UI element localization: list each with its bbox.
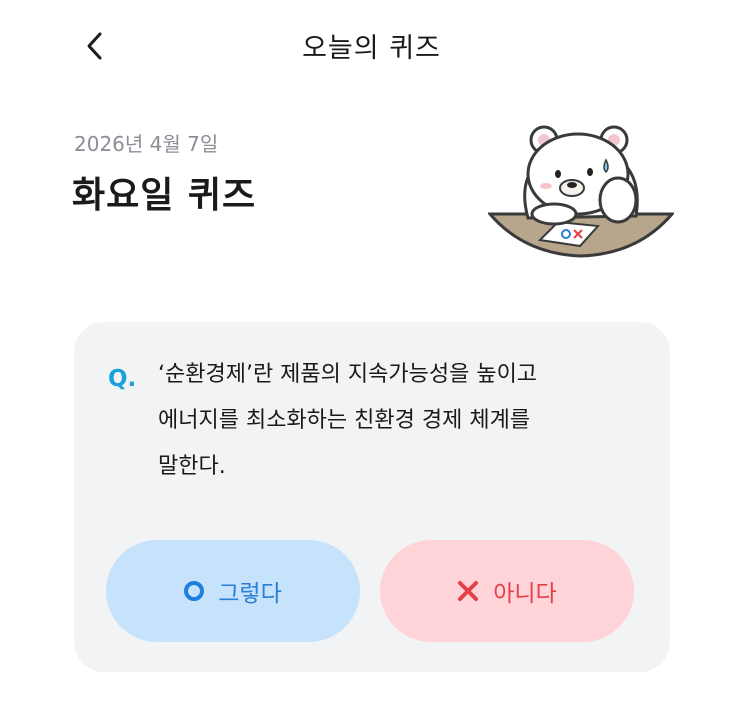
question-marker: Q. <box>108 366 137 392</box>
answer-no-label: 아니다 <box>493 581 557 607</box>
quiz-date: 2026년 4월 7일 <box>74 132 219 156</box>
app-header: 오늘의 퀴즈 <box>0 0 743 92</box>
bear-illustration <box>488 125 674 258</box>
question-text: ‘순환경제’란 제품의 지속가능성을 높이고 에너지를 최소화하는 친환경 경제… <box>158 352 628 490</box>
answer-no-button[interactable]: 아니다 <box>380 540 634 642</box>
page-title: 오늘의 퀴즈 <box>302 33 441 64</box>
quiz-title: 화요일 퀴즈 <box>72 175 257 216</box>
answer-yes-button[interactable]: 그렇다 <box>106 540 360 642</box>
answer-yes-label: 그렇다 <box>218 581 282 607</box>
question-line: 말한다. <box>158 454 226 479</box>
question-line: 에너지를 최소화하는 친환경 경제 체계를 <box>158 408 531 433</box>
quiz-card: Q. ‘순환경제’란 제품의 지속가능성을 높이고 에너지를 최소화하는 친환경… <box>74 322 670 672</box>
x-mark-icon <box>458 581 479 601</box>
circle-o-icon <box>184 581 205 601</box>
question-line: ‘순환경제’란 제품의 지속가능성을 높이고 <box>158 362 538 387</box>
